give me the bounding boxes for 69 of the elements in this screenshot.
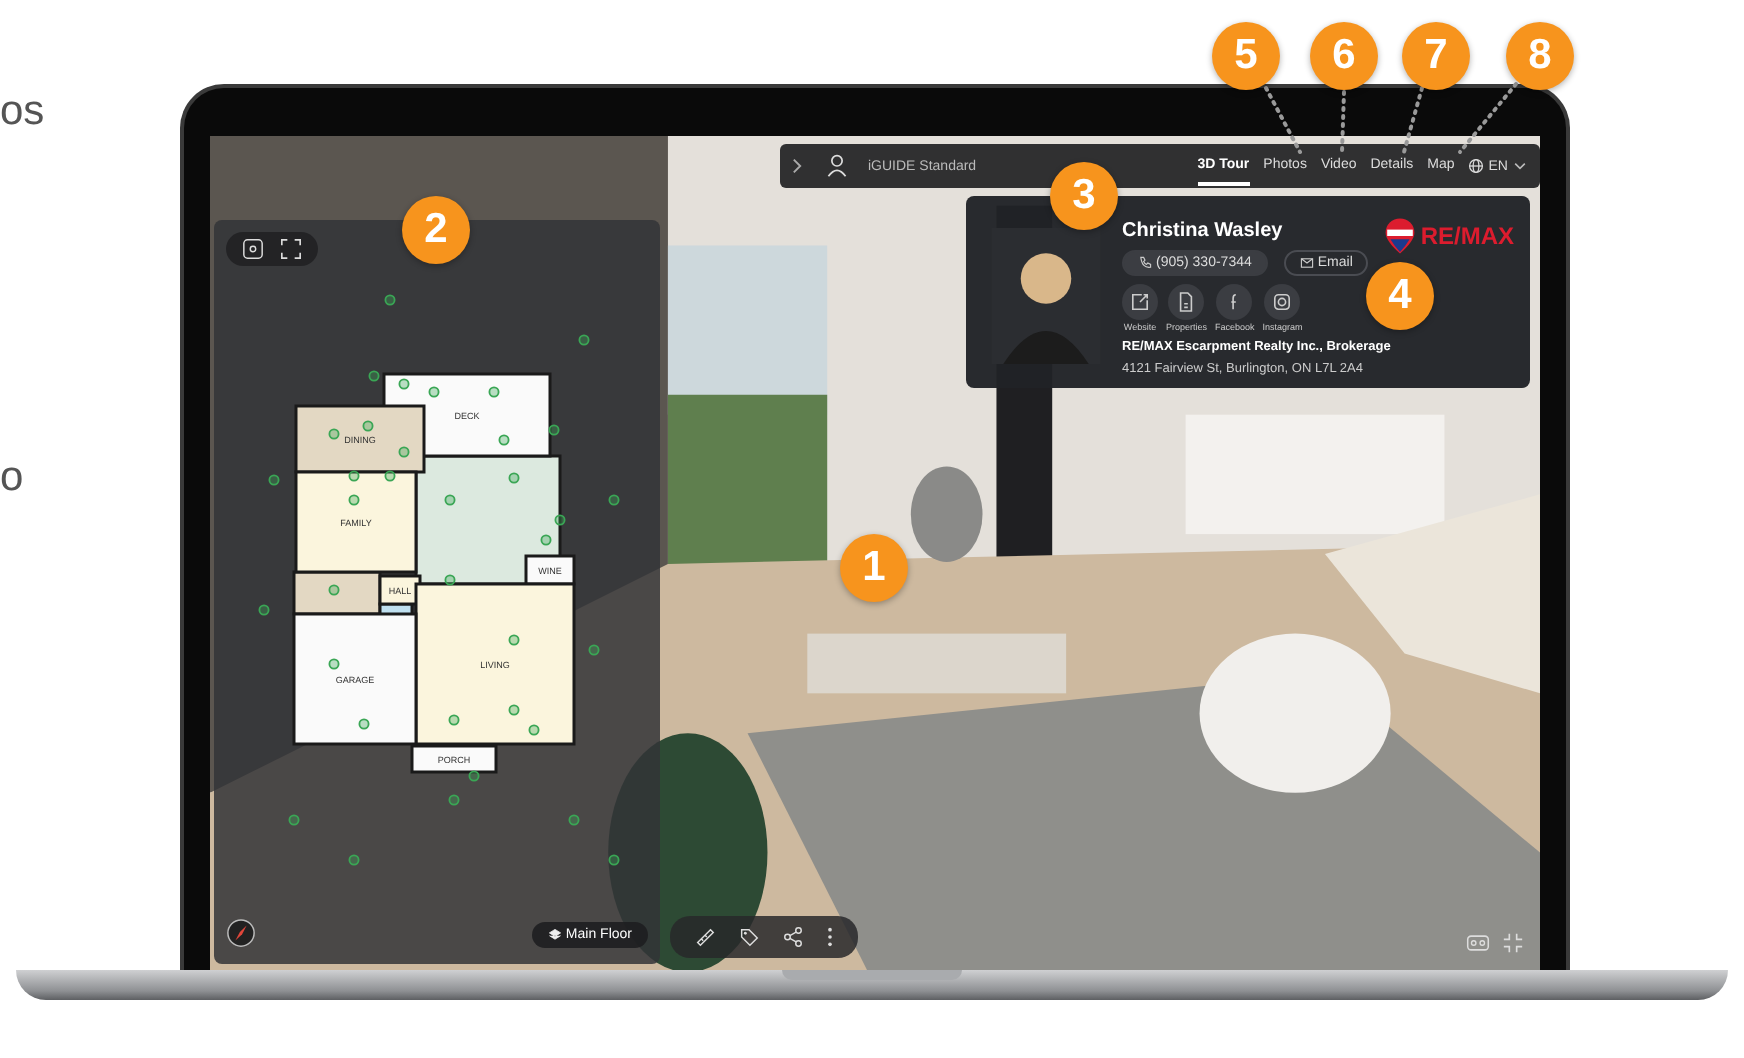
viewpoint-marker[interactable]	[508, 634, 520, 646]
recenter-icon[interactable]	[242, 238, 264, 260]
viewpoint-marker[interactable]	[444, 494, 456, 506]
callout-badge: 7	[1402, 22, 1470, 90]
viewpoint-marker[interactable]	[498, 434, 510, 446]
viewpoint-marker[interactable]	[448, 714, 460, 726]
viewpoint-marker[interactable]	[384, 294, 396, 306]
viewpoint-marker[interactable]	[328, 428, 340, 440]
leader-line	[1402, 86, 1424, 154]
fullscreen-icon[interactable]	[1502, 932, 1524, 954]
leader-line	[1340, 90, 1346, 154]
brand-logo: RE/MAX	[1420, 222, 1514, 250]
share-icon[interactable]	[782, 926, 804, 948]
leader-line	[1264, 86, 1302, 154]
viewpoint-marker[interactable]	[428, 386, 440, 398]
globe-icon	[1468, 158, 1485, 174]
phone-icon	[1138, 256, 1152, 270]
viewpoint-marker[interactable]	[528, 724, 540, 736]
viewpoint-marker[interactable]	[508, 704, 520, 716]
callout-badge: 5	[1212, 22, 1280, 90]
more-icon[interactable]	[826, 926, 834, 948]
document-icon[interactable]	[1168, 284, 1205, 320]
external-link-icon[interactable]	[1122, 284, 1158, 320]
viewpoint-marker[interactable]	[362, 420, 374, 432]
viewpoint-marker[interactable]	[288, 814, 300, 826]
viewpoint-marker[interactable]	[358, 718, 370, 730]
viewpoint-marker[interactable]	[578, 334, 590, 346]
balloon-icon	[1384, 216, 1417, 256]
agent-name: Christina Wasley	[1122, 220, 1285, 242]
layers-icon	[547, 928, 562, 942]
expand-icon[interactable]	[280, 238, 302, 260]
viewpoint-marker[interactable]	[398, 378, 410, 390]
viewpoint-marker[interactable]	[548, 424, 560, 436]
cropped-text: os	[0, 90, 45, 132]
viewpoint-marker[interactable]	[508, 472, 520, 484]
viewpoint-marker[interactable]	[568, 814, 580, 826]
viewpoint-marker[interactable]	[398, 446, 410, 458]
callout-badge: 8	[1506, 22, 1574, 90]
viewpoint-marker[interactable]	[488, 386, 500, 398]
viewpoint-marker[interactable]	[540, 534, 552, 546]
viewpoint-marker[interactable]	[368, 370, 380, 382]
chevron-icon[interactable]	[792, 158, 802, 174]
viewpoint-marker[interactable]	[328, 658, 340, 670]
viewpoint-marker[interactable]	[258, 604, 270, 616]
viewpoint-marker[interactable]	[348, 494, 360, 506]
tag-icon[interactable]	[738, 926, 760, 948]
chevron-icon	[1512, 158, 1528, 174]
viewpoint-marker[interactable]	[348, 854, 360, 866]
ruler-icon[interactable]	[694, 926, 716, 948]
viewpoint-marker[interactable]	[384, 470, 396, 482]
leader-line	[1458, 82, 1518, 154]
viewpoint-marker[interactable]	[444, 574, 456, 586]
mail-icon	[1299, 256, 1314, 270]
user-icon[interactable]	[826, 154, 848, 178]
viewpoint-marker[interactable]	[608, 854, 620, 866]
viewpoint-marker[interactable]	[448, 794, 460, 806]
vr-headset-icon[interactable]	[1466, 934, 1490, 952]
viewpoint-marker[interactable]	[268, 474, 280, 486]
cropped-text: o	[0, 456, 24, 498]
viewpoint-marker[interactable]	[608, 494, 620, 506]
viewpoint-marker[interactable]	[328, 584, 340, 596]
viewpoint-marker[interactable]	[588, 644, 600, 656]
facebook-icon[interactable]	[1216, 284, 1253, 320]
instagram-icon[interactable]	[1264, 284, 1301, 320]
viewpoint-marker[interactable]	[348, 470, 360, 482]
callout-badge: 6	[1310, 22, 1378, 90]
compass-icon[interactable]	[226, 918, 256, 948]
viewpoint-marker[interactable]	[468, 770, 480, 782]
viewpoint-marker[interactable]	[554, 514, 566, 526]
